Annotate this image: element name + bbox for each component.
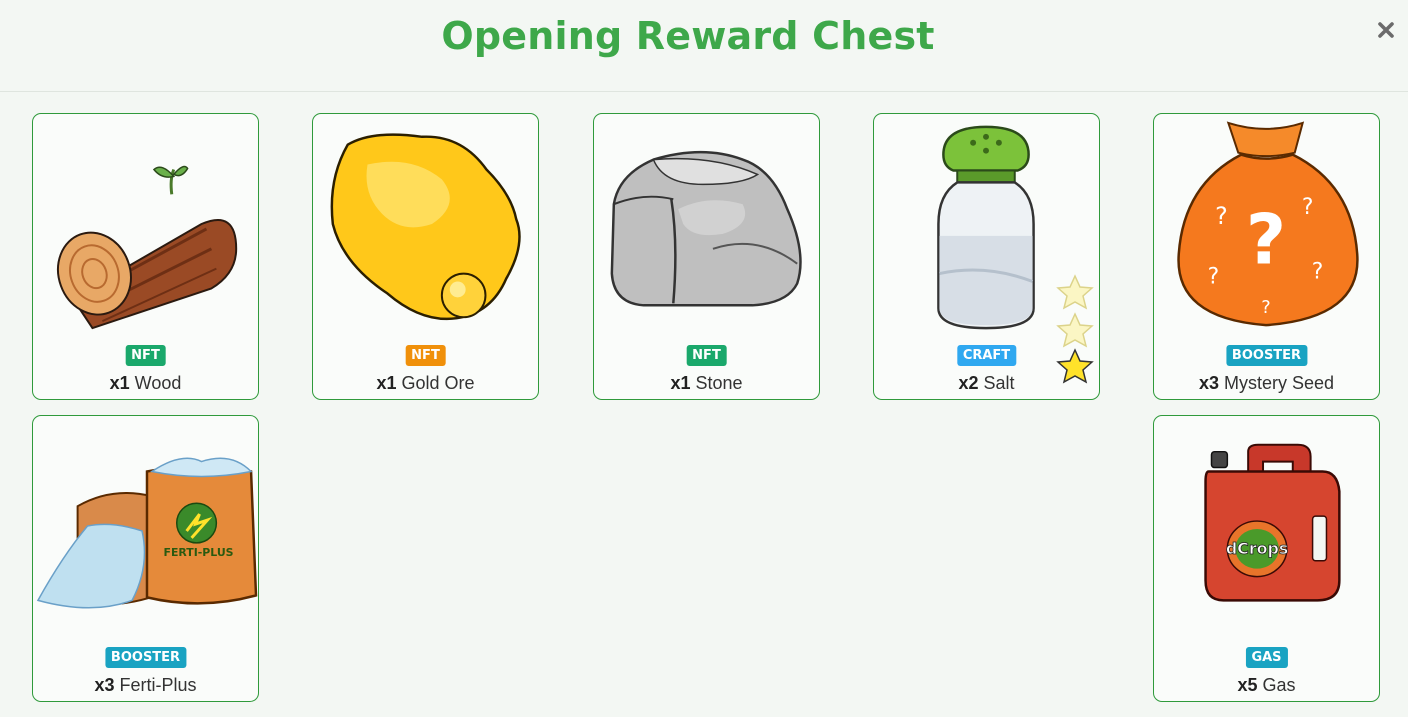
bag-label: FERTI-PLUS (164, 546, 234, 559)
reward-name: Mystery Seed (1224, 373, 1335, 393)
mystery-seed-bag-icon: ? ? ? ? ? ? (1177, 121, 1359, 327)
reward-card-salt: CRAFT x2 Salt (873, 113, 1100, 400)
svg-text:?: ? (1208, 264, 1220, 289)
reward-qty: x3 (1198, 373, 1219, 393)
reward-qty: x2 (958, 373, 979, 393)
reward-card-gold-ore: NFT x1 Gold Ore (312, 113, 539, 400)
gold-ore-icon (330, 133, 521, 321)
star-empty-icon (1056, 312, 1094, 348)
reward-badge: BOOSTER (104, 647, 187, 668)
reward-badge: BOOSTER (1225, 345, 1308, 366)
reward-name: Gold Ore (401, 373, 475, 393)
star-empty-icon (1056, 274, 1094, 310)
reward-badge: NFT (405, 345, 446, 366)
reward-card-ferti-plus: FERTI-PLUS BOOSTER x3 Ferti-Plus (32, 415, 259, 702)
svg-text:?: ? (1246, 201, 1286, 281)
svg-text:?: ? (1302, 195, 1314, 220)
reward-caption: x5 Gas (1154, 675, 1379, 696)
reward-name: Gas (1262, 675, 1296, 695)
svg-text:?: ? (1312, 260, 1324, 285)
reward-name: Wood (134, 373, 182, 393)
reward-card-gas: dCrops GAS x5 Gas (1153, 415, 1380, 702)
fertilizer-bag-icon: FERTI-PLUS (36, 457, 258, 609)
reward-badge: GAS (1245, 647, 1288, 668)
reward-qty: x1 (376, 373, 397, 393)
reward-caption: x1 Gold Ore (313, 373, 538, 394)
reward-caption: x1 Stone (594, 373, 819, 394)
reward-caption: x3 Mystery Seed (1154, 373, 1379, 394)
can-label: dCrops (1226, 539, 1288, 558)
reward-qty: x5 (1237, 675, 1258, 695)
wood-log-icon (57, 165, 238, 330)
reward-caption: x3 Ferti-Plus (33, 675, 258, 696)
close-button[interactable] (1372, 16, 1400, 44)
reward-caption: x2 Salt (874, 373, 1099, 394)
reward-card-mystery-seed: ? ? ? ? ? ? BOOSTER x3 Mystery Seed (1153, 113, 1380, 400)
reward-qty: x3 (94, 675, 115, 695)
stone-icon (610, 150, 802, 307)
reward-qty: x1 (670, 373, 691, 393)
rarity-stars (1056, 274, 1094, 384)
reward-qty: x1 (109, 373, 130, 393)
close-icon (1378, 22, 1394, 38)
reward-badge: CRAFT (956, 345, 1017, 366)
reward-badge: NFT (686, 345, 727, 366)
gas-can-icon: dCrops (1204, 443, 1341, 602)
modal-title: Opening Reward Chest (441, 14, 935, 58)
reward-badge: NFT (125, 345, 166, 366)
svg-text:?: ? (1261, 297, 1270, 318)
reward-name: Salt (983, 373, 1015, 393)
reward-card-stone: NFT x1 Stone (593, 113, 820, 400)
svg-text:?: ? (1215, 202, 1228, 230)
reward-name: Stone (695, 373, 743, 393)
modal-header: Opening Reward Chest (0, 0, 1408, 92)
reward-name: Ferti-Plus (119, 675, 197, 695)
reward-caption: x1 Wood (33, 373, 258, 394)
reward-card-wood: NFT x1 Wood (32, 113, 259, 400)
